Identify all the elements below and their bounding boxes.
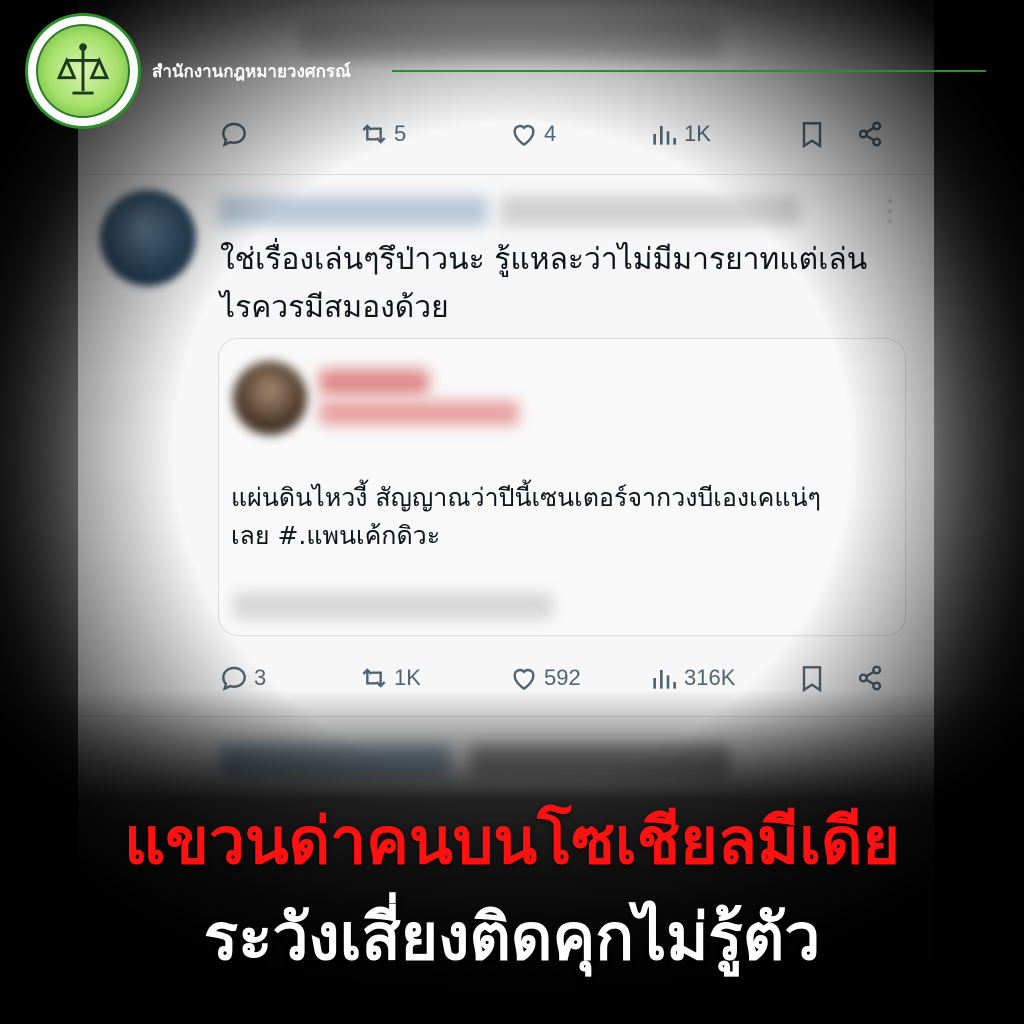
like-button[interactable]: 592 xyxy=(508,658,581,698)
like-count: 592 xyxy=(544,665,581,690)
reply-button[interactable]: 3 xyxy=(218,658,266,698)
tweet-text-line: ไรควรมีสมองด้วย xyxy=(220,290,449,325)
poster: 5 4 1K · · · ใช่เรื่องเล่นๆรึป่าวนะ รู้แหล… xyxy=(0,0,1024,1024)
share-button[interactable] xyxy=(854,658,886,698)
quote-text-line: เลย #.แพนเค้กดิวะ xyxy=(231,521,441,550)
bookmark-button[interactable] xyxy=(796,114,828,154)
tweet-text-line: ใช่เรื่องเล่นๆรึป่าวนะ รู้แหละว่าไม่มีมา… xyxy=(220,242,868,277)
quote-avatar xyxy=(233,361,307,435)
share-icon xyxy=(858,665,882,691)
tweet-text: ใช่เรื่องเล่นๆรึป่าวนะ รู้แหละว่าไม่มีมา… xyxy=(220,236,900,332)
blurred-quote-timestamp xyxy=(233,593,553,619)
headline-line-1: แขวนด่าคนบนโซเชียลมีเดีย xyxy=(123,805,901,879)
tweet-action-bar: 3 1K 592 316K xyxy=(218,658,898,698)
retweet-count: 5 xyxy=(394,121,407,146)
blurred-next-username xyxy=(220,744,450,778)
avatar[interactable] xyxy=(100,190,196,286)
share-button[interactable] xyxy=(854,114,886,154)
views-icon xyxy=(653,126,676,145)
blurred-handle xyxy=(500,196,800,226)
quote-text-line: แผ่นดินไหวงี้ สัญญาณว่าปีนี้เซนเตอร์จากว… xyxy=(231,483,821,512)
blurred-username xyxy=(218,196,488,226)
views-button[interactable]: 316K xyxy=(648,658,735,698)
bookmark-icon xyxy=(802,122,822,149)
top-tweet-action-bar: 5 4 1K xyxy=(218,114,898,154)
logo xyxy=(28,16,138,126)
quoted-tweet[interactable]: แผ่นดินไหวงี้ สัญญาณว่าปีนี้เซนเตอร์จากว… xyxy=(218,338,906,636)
heart-icon xyxy=(513,668,535,691)
views-icon xyxy=(653,670,676,689)
reply-icon xyxy=(222,666,246,691)
retweet-icon xyxy=(362,124,386,144)
like-button[interactable]: 4 xyxy=(508,114,556,154)
retweet-button[interactable]: 1K xyxy=(358,658,421,698)
heart-icon xyxy=(513,124,535,147)
blurred-next-handle xyxy=(470,744,730,778)
blurred-content xyxy=(300,20,720,60)
view-count: 1K xyxy=(684,121,711,146)
reply-count: 3 xyxy=(254,665,267,690)
scales-of-justice-icon xyxy=(36,24,130,118)
quote-text: แผ่นดินไหวงี้ สัญญาณว่าปีนี้เซนเตอร์จากว… xyxy=(231,479,891,555)
headline-line-2: ระวังเสี่ยงติดคุกไม่รู้ตัว xyxy=(203,901,821,975)
brand-name: สำนักงานกฎหมายวงศกรณ์ xyxy=(152,62,351,82)
blurred-quote-username xyxy=(319,369,429,395)
bookmark-button[interactable] xyxy=(796,658,828,698)
retweet-button[interactable]: 5 xyxy=(358,114,406,154)
share-icon xyxy=(858,121,882,147)
view-count: 316K xyxy=(684,665,736,690)
like-count: 4 xyxy=(544,121,557,146)
divider xyxy=(78,174,934,175)
divider xyxy=(78,716,934,717)
retweet-icon xyxy=(362,668,386,688)
bookmark-icon xyxy=(802,666,822,693)
header-rule xyxy=(392,70,986,72)
reply-button[interactable] xyxy=(218,114,254,154)
blurred-quote-handle xyxy=(319,401,519,425)
retweet-count: 1K xyxy=(394,665,421,690)
reply-icon xyxy=(222,122,246,147)
views-button[interactable]: 1K xyxy=(648,114,711,154)
more-icon[interactable]: · · · xyxy=(880,192,900,234)
